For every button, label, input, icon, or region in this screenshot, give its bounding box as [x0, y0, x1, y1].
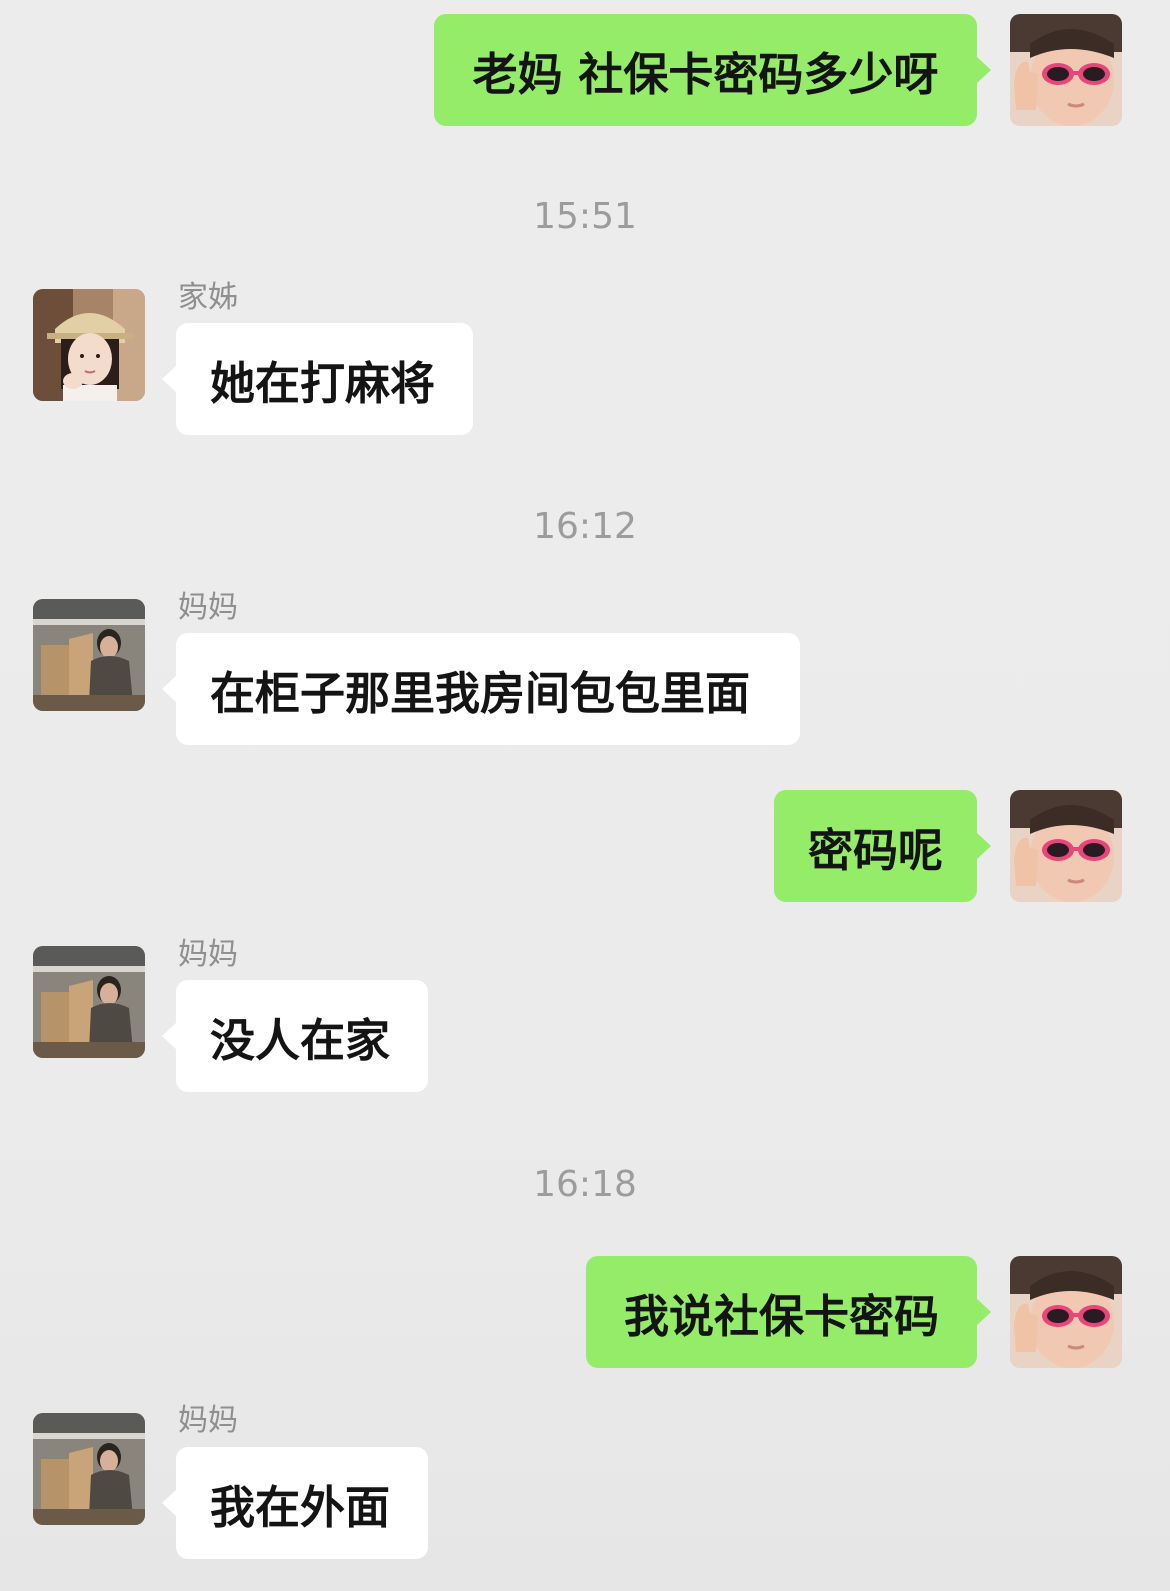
mom-avatar-image: [33, 599, 145, 711]
sender-name: 妈妈: [178, 590, 238, 625]
sender-name: 妈妈: [178, 937, 238, 972]
timestamp: 16:12: [533, 506, 637, 547]
timestamp: 16:18: [533, 1164, 637, 1205]
incoming-message-bubble[interactable]: 她在打麻将: [162, 323, 473, 435]
incoming-message-bubble[interactable]: 在柜子那里我房间包包里面: [162, 633, 800, 745]
sender-name: 家姊: [178, 280, 238, 315]
mom-avatar[interactable]: [33, 1413, 145, 1525]
kid-sunglasses-avatar-image: [1010, 790, 1122, 902]
kid-sunglasses-avatar-image: [1010, 14, 1122, 126]
timestamp: 15:51: [533, 196, 637, 237]
mom-avatar-image: [33, 946, 145, 1058]
incoming-message-bubble[interactable]: 我在外面: [162, 1447, 428, 1559]
incoming-message-bubble[interactable]: 没人在家: [162, 980, 428, 1092]
mom-avatar[interactable]: [33, 599, 145, 711]
outgoing-message-bubble[interactable]: 老妈 社保卡密码多少呀: [434, 14, 991, 126]
mom-avatar-image: [33, 1413, 145, 1525]
sister-avatar[interactable]: [33, 289, 145, 401]
kid-sunglasses-avatar[interactable]: [1010, 790, 1122, 902]
kid-sunglasses-avatar[interactable]: [1010, 1256, 1122, 1368]
mom-avatar[interactable]: [33, 946, 145, 1058]
kid-sunglasses-avatar[interactable]: [1010, 14, 1122, 126]
kid-sunglasses-avatar-image: [1010, 1256, 1122, 1368]
outgoing-message-bubble[interactable]: 我说社保卡密码: [586, 1256, 991, 1368]
sister-avatar-image: [33, 289, 145, 401]
outgoing-message-bubble[interactable]: 密码呢: [774, 790, 991, 902]
sender-name: 妈妈: [178, 1403, 238, 1438]
